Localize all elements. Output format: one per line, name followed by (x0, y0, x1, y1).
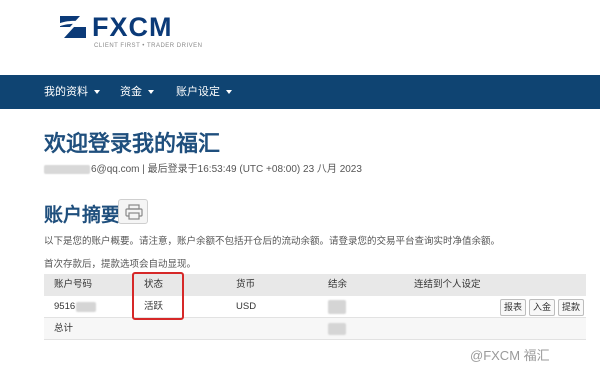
table-header: 账户号码 状态 货币 结余 连结到个人设定 (44, 274, 586, 296)
account-currency: USD (236, 301, 257, 312)
caret-down-icon (94, 90, 100, 95)
col-currency: 货币 (236, 279, 256, 290)
printer-icon (125, 204, 143, 220)
redacted-email (44, 164, 90, 174)
withdrawal-note: 首次存款后，提款选项会自动显现。 (44, 259, 197, 270)
nav-my-profile[interactable]: 我的资料 (44, 75, 100, 109)
total-label: 总计 (54, 323, 74, 334)
account-summary-title: 账户摘要 (44, 205, 121, 226)
last-login-text: | 最后登录于16:53:49 (UTC +08:00) 23 八月 2023 (142, 164, 362, 175)
caret-down-icon (148, 90, 154, 95)
statement-button[interactable]: 报表 (500, 299, 526, 316)
nav-label: 我的资料 (44, 86, 88, 98)
redacted-balance (328, 300, 346, 314)
table-row: 9516 活跃 USD 报表 入金 提款 (44, 296, 586, 318)
main-navbar: 我的资料 资金 账户设定 (0, 75, 600, 109)
logo-text: FXCM (92, 12, 173, 42)
table-total-row: 总计 (44, 318, 586, 340)
summary-note: 以下是您的账户概要。请注意，账户余额不包括开仓后的流动余额。请登录您的交易平台查… (44, 236, 501, 247)
watermark: @FXCM 福汇 (470, 348, 550, 363)
col-balance: 结余 (328, 279, 348, 290)
logo-tagline: CLIENT FIRST • TRADER DRIVEN (94, 43, 203, 49)
nav-label: 资金 (120, 86, 142, 98)
deposit-button[interactable]: 入金 (529, 299, 555, 316)
print-button[interactable] (118, 199, 148, 224)
page-title: 欢迎登录我的福汇 (44, 131, 221, 156)
col-account-number: 账户号码 (54, 279, 93, 290)
redacted-account-digits (76, 302, 96, 312)
email-suffix: 6@qq.com (91, 164, 140, 175)
fxcm-logo[interactable]: FXCM CLIENT FIRST • TRADER DRIVEN (56, 10, 216, 54)
fxcm-swoosh-icon (58, 16, 88, 38)
login-info: 6@qq.com | 最后登录于16:53:49 (UTC +08:00) 23… (44, 160, 362, 175)
nav-label: 账户设定 (176, 86, 220, 98)
nav-account-settings[interactable]: 账户设定 (176, 75, 232, 109)
account-number: 9516 (54, 301, 76, 312)
caret-down-icon (226, 90, 232, 95)
withdraw-button[interactable]: 提款 (558, 299, 584, 316)
redacted-total (328, 323, 346, 335)
nav-funds[interactable]: 资金 (120, 75, 154, 109)
status-highlight-box (132, 272, 184, 320)
col-link-settings: 连结到个人设定 (414, 279, 481, 290)
